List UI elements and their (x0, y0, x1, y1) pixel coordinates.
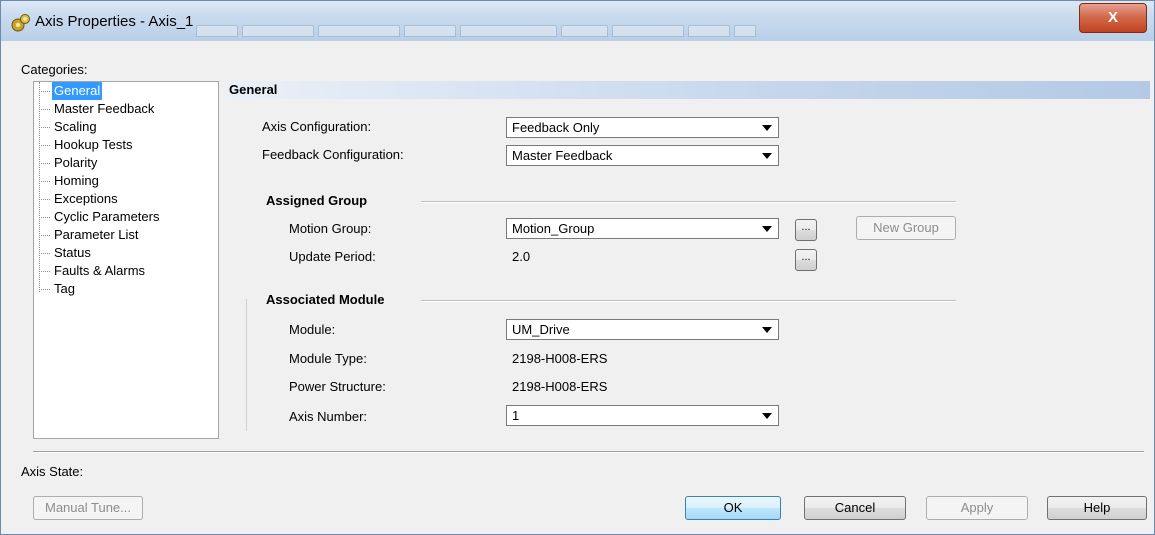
gear-axis-icon (11, 14, 30, 32)
feedback-configuration-dropdown[interactable]: Master Feedback (506, 145, 779, 166)
axis-configuration-dropdown[interactable]: Feedback Only (506, 117, 779, 138)
tree-item-label: Master Feedback (54, 101, 155, 116)
module-label: Module: (289, 322, 336, 337)
module-dropdown[interactable]: UM_Drive (506, 319, 779, 340)
tree-item-label: Tag (54, 281, 75, 296)
tree-guide-line (39, 82, 41, 292)
tree-item-label: Scaling (54, 119, 97, 134)
axis-properties-dialog: Axis Properties - Axis_1 X Categories: G… (0, 0, 1155, 535)
associated-module-rule (421, 300, 956, 302)
chevron-down-icon (762, 226, 772, 232)
chevron-down-icon (762, 327, 772, 333)
tree-item-label: Polarity (54, 155, 98, 170)
tree-item-label: Homing (54, 173, 99, 188)
background-tabs (196, 25, 846, 39)
associated-module-title: Associated Module (266, 292, 385, 307)
axis-configuration-label: Axis Configuration: (262, 119, 372, 134)
help-button[interactable]: Help (1047, 496, 1147, 520)
assigned-group-title: Assigned Group (266, 193, 368, 208)
motion-group-value: Motion_Group (512, 221, 595, 236)
power-structure-value: 2198-H008-ERS (512, 379, 608, 394)
update-period-label: Update Period: (289, 249, 376, 264)
new-group-button[interactable]: New Group (856, 216, 956, 240)
motion-group-browse-button[interactable]: ... (795, 219, 817, 241)
motion-group-label: Motion Group: (289, 221, 372, 236)
categories-tree[interactable]: General Master Feedback Scaling Hookup T… (33, 81, 219, 439)
associated-module-left-border (246, 299, 247, 431)
tree-item-label: Exceptions (54, 191, 118, 206)
dialog-body: Categories: General Master Feedback Scal… (9, 41, 1150, 527)
footer-divider (33, 451, 1144, 453)
window-title: Axis Properties - Axis_1 (35, 13, 194, 30)
axis-number-dropdown[interactable]: 1 (506, 405, 779, 426)
update-period-value: 2.0 (512, 249, 531, 264)
manual-tune-button[interactable]: Manual Tune... (33, 496, 143, 520)
feedback-configuration-label: Feedback Configuration: (262, 147, 404, 162)
axis-number-label: Axis Number: (289, 409, 368, 424)
module-value: UM_Drive (512, 322, 570, 337)
feedback-configuration-value: Master Feedback (512, 148, 613, 163)
cancel-button[interactable]: Cancel (804, 496, 906, 520)
update-period-browse-button[interactable]: ... (795, 249, 817, 271)
power-structure-label: Power Structure: (289, 379, 386, 394)
tree-item-label: General (52, 82, 103, 100)
tree-item-label: Faults & Alarms (54, 263, 146, 278)
axis-number-value: 1 (512, 408, 520, 423)
module-type-label: Module Type: (289, 351, 367, 366)
tree-item-label: Parameter List (54, 227, 139, 242)
axis-configuration-value: Feedback Only (512, 120, 600, 135)
apply-button[interactable]: Apply (926, 496, 1028, 520)
tree-item-label: Cyclic Parameters (54, 209, 160, 224)
close-button[interactable]: X (1079, 3, 1147, 33)
tree-item-label: Status (54, 245, 91, 260)
chevron-down-icon (762, 153, 772, 159)
chevron-down-icon (762, 413, 772, 419)
section-header-general: General (227, 81, 1150, 99)
module-type-value: 2198-H008-ERS (512, 351, 608, 366)
motion-group-dropdown[interactable]: Motion_Group (506, 218, 779, 239)
categories-label: Categories: (21, 62, 88, 77)
axis-state-label: Axis State: (21, 464, 84, 479)
tree-item-label: Hookup Tests (54, 137, 133, 152)
ok-button[interactable]: OK (685, 496, 781, 520)
title-bar[interactable]: Axis Properties - Axis_1 X (1, 1, 1154, 41)
chevron-down-icon (762, 125, 772, 131)
assigned-group-rule (421, 201, 956, 203)
